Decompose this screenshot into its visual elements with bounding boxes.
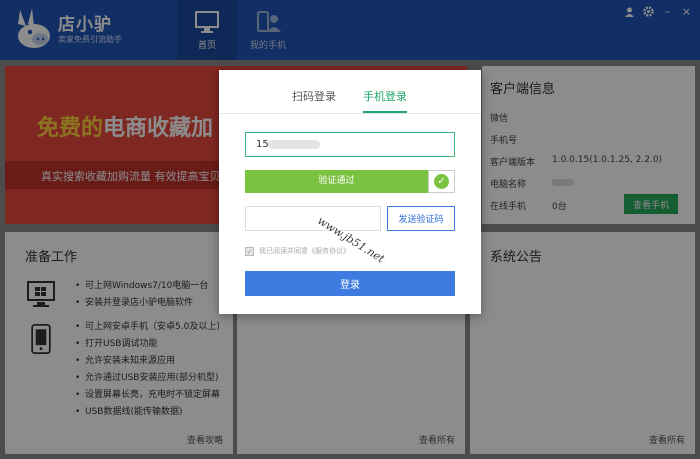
- agreement-checkbox[interactable]: ✓: [245, 246, 254, 256]
- slider-verify-bar[interactable]: 验证通过: [245, 170, 428, 193]
- agreement-row: ✓ 我已阅读并同意《服务协议》: [245, 246, 350, 256]
- tab-qr-login[interactable]: 扫码登录: [292, 88, 336, 104]
- login-button[interactable]: 登录: [245, 271, 455, 296]
- check-icon: ✓: [434, 174, 449, 189]
- agreement-text[interactable]: 我已阅读并同意《服务协议》: [259, 246, 350, 256]
- login-tabs: 扫码登录 手机登录: [219, 70, 481, 114]
- active-tab-indicator: [363, 111, 407, 113]
- tab-phone-login[interactable]: 手机登录: [363, 88, 407, 104]
- phone-blur-mask: [268, 140, 320, 149]
- login-modal: 扫码登录 手机登录 验证通过 ✓ 发送验证码 ✓ 我已阅读并同意《服务协议》 登…: [219, 70, 481, 314]
- sms-code-input[interactable]: [245, 206, 381, 231]
- send-code-button[interactable]: 发送验证码: [387, 206, 455, 231]
- verify-slider-handle[interactable]: ✓: [428, 170, 455, 193]
